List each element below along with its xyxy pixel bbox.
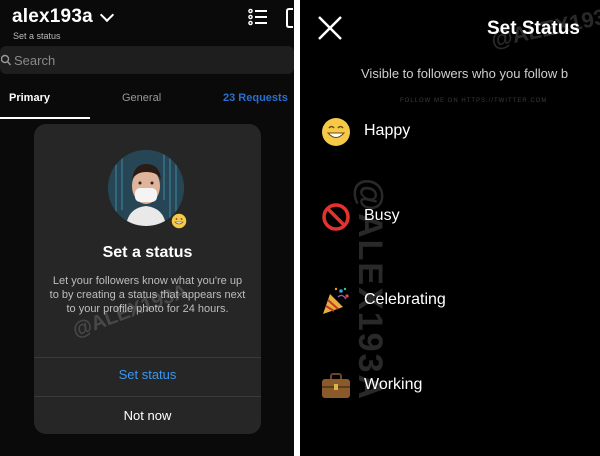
set-status-subtitle[interactable]: Set a status	[13, 31, 61, 41]
status-label: Happy	[364, 122, 411, 139]
tab-primary[interactable]: Primary	[9, 92, 50, 104]
dialog-title: Set a status	[102, 244, 193, 261]
set-status-dialog: Set a status Let your followers know wha…	[34, 124, 261, 434]
inbox-screen: alex193a Set a status Search Primary Gen…	[0, 0, 294, 456]
status-option-celebrating[interactable]: Celebrating	[320, 285, 590, 325]
chevron-down-icon[interactable]	[99, 7, 115, 23]
status-option-happy[interactable]: Happy	[320, 116, 590, 156]
tab-active-indicator	[0, 117, 90, 119]
set-status-screen: Set Status Visible to followers who you …	[300, 0, 600, 456]
search-icon	[1, 54, 11, 66]
grinning-face-icon	[322, 118, 350, 146]
no-entry-icon	[322, 203, 350, 231]
account-username[interactable]: alex193a	[12, 6, 93, 28]
divider	[34, 357, 261, 358]
status-label: Working	[364, 376, 423, 393]
page-title: Set Status	[487, 18, 580, 39]
search-input[interactable]: Search	[14, 53, 55, 68]
status-option-working[interactable]: Working	[320, 370, 590, 410]
dialog-description: Let your followers know what you're up t…	[49, 275, 246, 315]
inbox-tabs: Primary General 23 Requests	[0, 80, 294, 120]
visibility-note: Visible to followers who you follow b	[361, 66, 569, 81]
status-label: Celebrating	[364, 291, 446, 308]
status-option-busy[interactable]: Busy	[320, 201, 590, 241]
briefcase-icon	[322, 373, 350, 398]
tab-general[interactable]: General	[122, 92, 161, 104]
party-popper-icon	[323, 287, 349, 314]
tab-requests[interactable]: 23 Requests	[223, 92, 288, 104]
divider	[34, 396, 261, 397]
status-label: Busy	[364, 207, 400, 224]
watermark-small: FOLLOW ME ON HTTPS://TWITTER.COM	[400, 98, 548, 104]
set-status-button[interactable]: Set status	[34, 367, 261, 382]
list-icon[interactable]	[248, 8, 268, 26]
close-icon[interactable]	[316, 14, 344, 42]
grinning-face-icon	[170, 212, 188, 230]
not-now-button[interactable]: Not now	[34, 408, 261, 423]
compose-icon[interactable]	[286, 8, 294, 28]
